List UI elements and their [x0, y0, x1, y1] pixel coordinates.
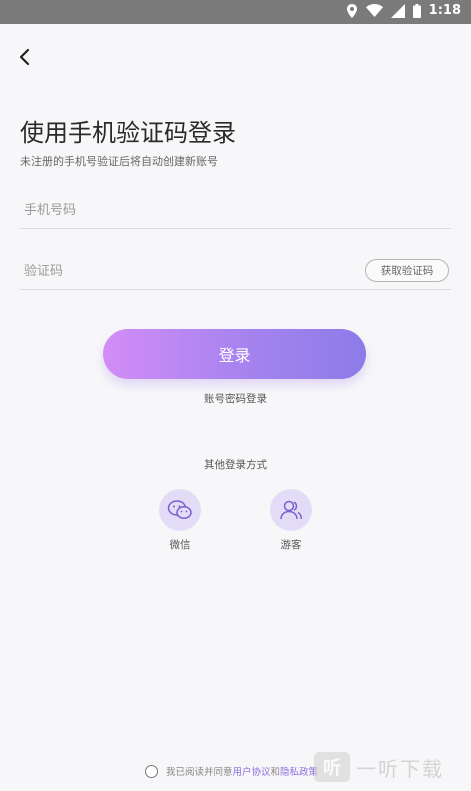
- status-time: 1:18: [428, 3, 461, 18]
- login-button[interactable]: 登录: [103, 329, 366, 379]
- watermark: 听 一听下载: [314, 752, 444, 782]
- location-icon: [346, 3, 357, 18]
- guest-icon: [280, 500, 303, 520]
- code-input[interactable]: [24, 260, 324, 282]
- wechat-icon-circle: [159, 489, 201, 531]
- user-agreement-link[interactable]: 用户协议: [233, 764, 271, 778]
- status-bar: 1:18: [0, 0, 471, 24]
- guest-label: 游客: [280, 539, 302, 551]
- watermark-text: 一听下载: [356, 756, 444, 781]
- agreement-and: 和: [270, 767, 281, 778]
- wifi-icon: [365, 4, 383, 17]
- other-login-title: 其他登录方式: [204, 459, 267, 471]
- agreement-prefix: 我已阅读并同意: [166, 767, 233, 778]
- wechat-login-button[interactable]: 微信: [150, 489, 210, 552]
- guest-icon-circle: [270, 489, 312, 531]
- account-password-login-link[interactable]: 账号密码登录: [0, 391, 471, 406]
- code-field: 获取验证码: [20, 250, 451, 290]
- back-button[interactable]: [14, 46, 36, 68]
- wechat-icon: [167, 500, 192, 520]
- wechat-label: 微信: [169, 539, 191, 551]
- agreement-row: 我已阅读并同意 用户协议 和 隐私政策: [145, 764, 318, 778]
- status-icons: 1:18: [346, 3, 461, 18]
- battery-icon: [412, 3, 421, 18]
- phone-field: [20, 189, 451, 229]
- get-code-button[interactable]: 获取验证码: [365, 259, 449, 282]
- privacy-policy-link[interactable]: 隐私政策: [280, 764, 318, 778]
- watermark-logo: 听: [314, 752, 350, 782]
- phone-input[interactable]: [24, 199, 324, 221]
- page-title: 使用手机验证码登录: [20, 119, 236, 147]
- guest-login-button[interactable]: 游客: [261, 489, 321, 552]
- agree-checkbox[interactable]: [145, 764, 158, 778]
- page-subtitle: 未注册的手机号验证后将自动创建新账号: [20, 155, 218, 168]
- back-arrow-icon: [19, 48, 30, 66]
- signal-icon: [390, 3, 405, 18]
